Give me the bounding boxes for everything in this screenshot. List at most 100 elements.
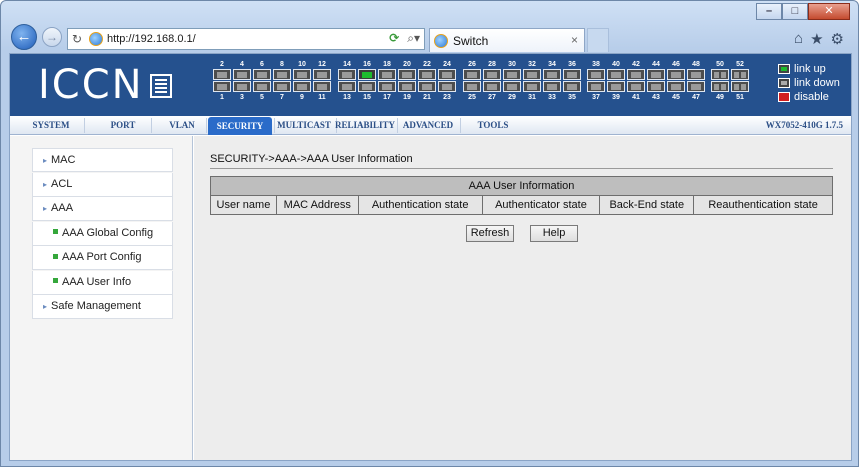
sidebar-item-label: ACL xyxy=(51,177,73,190)
ethernet-port-24-icon[interactable] xyxy=(438,69,456,80)
legend-swatch-icon xyxy=(778,92,790,102)
ethernet-port-18-icon[interactable] xyxy=(378,69,396,80)
fiber-port-50-icon[interactable] xyxy=(711,69,729,80)
ethernet-port-22-icon[interactable] xyxy=(418,69,436,80)
ethernet-port-46-icon[interactable] xyxy=(667,69,685,80)
ethernet-port-39-icon[interactable] xyxy=(607,81,625,92)
ethernet-port-1-icon[interactable] xyxy=(213,81,231,92)
ethernet-port-34-icon[interactable] xyxy=(543,69,561,80)
minimize-icon[interactable]: – xyxy=(756,3,782,20)
ethernet-port-7-icon[interactable] xyxy=(273,81,291,92)
sidebar-item-safe-management[interactable]: ▸ Safe Management xyxy=(32,295,173,319)
maximize-icon[interactable]: □ xyxy=(782,3,808,20)
tab-close-icon[interactable]: × xyxy=(571,33,578,47)
ethernet-port-27-icon[interactable] xyxy=(483,81,501,92)
menu-vlan[interactable]: VLAN xyxy=(160,116,204,135)
sidebar-item-acl[interactable]: ▸ ACL xyxy=(32,172,173,197)
ethernet-port-48-icon[interactable] xyxy=(687,69,705,80)
refresh-button[interactable]: Refresh xyxy=(466,225,514,242)
fiber-port-51-icon[interactable] xyxy=(731,81,749,92)
ethernet-port-44-icon[interactable] xyxy=(647,69,665,80)
favorites-star-icon[interactable]: ★ xyxy=(810,30,823,48)
ethernet-port-32-icon[interactable] xyxy=(523,69,541,80)
port-number-label: 40 xyxy=(612,61,620,68)
fiber-port-49-icon[interactable] xyxy=(711,81,729,92)
column-header: Reauthentication state xyxy=(693,195,833,215)
reload-page-icon[interactable]: ↻ xyxy=(72,32,86,46)
ethernet-port-3-icon[interactable] xyxy=(233,81,251,92)
sidebar-item-mac[interactable]: ▸ MAC xyxy=(32,148,173,172)
ethernet-port-47-icon[interactable] xyxy=(687,81,705,92)
ethernet-port-12-icon[interactable] xyxy=(313,69,331,80)
ethernet-port-14-icon[interactable] xyxy=(338,69,356,80)
address-bar[interactable]: ↻ http://192.168.0.1/ ⟳ ⌕▾ xyxy=(67,28,425,50)
ethernet-port-43-icon[interactable] xyxy=(647,81,665,92)
port-number-label: 21 xyxy=(423,94,431,101)
sidebar-item-aaa-global-config[interactable]: AAA Global Config xyxy=(32,221,173,246)
chevron-right-icon: ▸ xyxy=(43,302,48,311)
ethernet-port-17-icon[interactable] xyxy=(378,81,396,92)
port-number-label: 36 xyxy=(568,61,576,68)
back-button[interactable]: ← xyxy=(11,24,37,50)
sidebar-item-aaa[interactable]: ▸ AAA xyxy=(32,197,173,221)
ethernet-port-33-icon[interactable] xyxy=(543,81,561,92)
sidebar-item-aaa-user-info[interactable]: AAA User Info xyxy=(32,270,173,295)
gear-icon[interactable]: ⚙ xyxy=(831,30,844,48)
ethernet-port-13-icon[interactable] xyxy=(338,81,356,92)
sidebar-item-aaa-port-config[interactable]: AAA Port Config xyxy=(32,246,173,270)
ethernet-port-6-icon[interactable] xyxy=(253,69,271,80)
legend-item: link up xyxy=(778,62,840,76)
close-window-icon[interactable]: ✕ xyxy=(808,3,850,20)
compat-view-icon[interactable]: ⟳ xyxy=(389,31,399,46)
menu-port[interactable]: PORT xyxy=(97,116,149,135)
ethernet-port-11-icon[interactable] xyxy=(313,81,331,92)
port-number-label: 10 xyxy=(298,61,306,68)
ethernet-port-42-icon[interactable] xyxy=(627,69,645,80)
menu-tools[interactable]: TOOLS xyxy=(465,116,521,135)
ethernet-port-21-icon[interactable] xyxy=(418,81,436,92)
ethernet-port-30-icon[interactable] xyxy=(503,69,521,80)
ethernet-port-29-icon[interactable] xyxy=(503,81,521,92)
ethernet-port-35-icon[interactable] xyxy=(563,81,581,92)
ethernet-port-41-icon[interactable] xyxy=(627,81,645,92)
url-text[interactable]: http://192.168.0.1/ xyxy=(107,33,196,45)
help-button[interactable]: Help xyxy=(530,225,578,242)
ethernet-port-4-icon[interactable] xyxy=(233,69,251,80)
ethernet-port-20-icon[interactable] xyxy=(398,69,416,80)
menu-reliability[interactable]: RELIABILITY xyxy=(335,116,395,135)
port-number-label: 30 xyxy=(508,61,516,68)
ethernet-port-28-icon[interactable] xyxy=(483,69,501,80)
tab-switch[interactable]: Switch × xyxy=(429,28,585,52)
fiber-port-52-icon[interactable] xyxy=(731,69,749,80)
search-icon[interactable]: ⌕▾ xyxy=(407,31,420,46)
ethernet-port-31-icon[interactable] xyxy=(523,81,541,92)
new-tab-button[interactable] xyxy=(587,28,609,52)
menu-multicast[interactable]: MULTICAST xyxy=(274,116,334,135)
ethernet-port-10-icon[interactable] xyxy=(293,69,311,80)
page-viewport: ICCN 2 4 6 8 10 12 1 3 5 7 9 11 14 16 18 20 22 24 13 15 17 19… xyxy=(9,53,852,461)
port-number-label: 18 xyxy=(383,61,391,68)
ethernet-port-23-icon[interactable] xyxy=(438,81,456,92)
menu-system[interactable]: SYSTEM xyxy=(20,116,82,135)
ethernet-port-25-icon[interactable] xyxy=(463,81,481,92)
ethernet-port-40-icon[interactable] xyxy=(607,69,625,80)
port-group: 2 4 6 8 10 12 1 3 5 7 9 11 xyxy=(212,60,332,102)
forward-button[interactable]: → xyxy=(42,27,62,47)
bullet-icon xyxy=(53,253,58,259)
ethernet-port-26-icon[interactable] xyxy=(463,69,481,80)
ethernet-port-2-icon[interactable] xyxy=(213,69,231,80)
ethernet-port-8-icon[interactable] xyxy=(273,69,291,80)
ethernet-port-15-icon[interactable] xyxy=(358,81,376,92)
ethernet-port-19-icon[interactable] xyxy=(398,81,416,92)
ethernet-port-38-icon[interactable] xyxy=(587,69,605,80)
ethernet-port-37-icon[interactable] xyxy=(587,81,605,92)
ethernet-port-36-icon[interactable] xyxy=(563,69,581,80)
ethernet-port-45-icon[interactable] xyxy=(667,81,685,92)
ethernet-port-5-icon[interactable] xyxy=(253,81,271,92)
ethernet-port-9-icon[interactable] xyxy=(293,81,311,92)
home-icon[interactable]: ⌂ xyxy=(794,30,803,48)
menu-advanced[interactable]: ADVANCED xyxy=(398,116,458,135)
menu-security[interactable]: SECURITY xyxy=(208,117,272,135)
port-number-label: 38 xyxy=(592,61,600,68)
ethernet-port-16-icon[interactable] xyxy=(358,69,376,80)
